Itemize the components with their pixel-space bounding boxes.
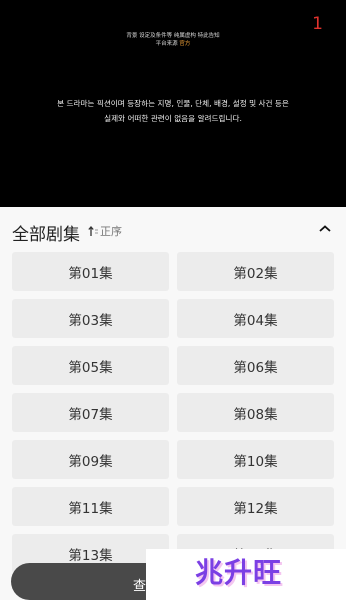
episode-item-07[interactable]: 第07集 bbox=[12, 393, 169, 432]
episode-item-01[interactable]: 第01集 bbox=[12, 252, 169, 291]
disclaimer-line-1: 본 드라마는 픽션이며 등장하는 지명, 인물, 단체, 배경, 설정 및 사건… bbox=[57, 99, 289, 108]
disclaimer-text: 본 드라마는 픽션이며 등장하는 지명, 인물, 단체, 배경, 설정 및 사건… bbox=[0, 96, 346, 126]
sort-label: 正序 bbox=[100, 225, 122, 238]
episode-item-09[interactable]: 第09集 bbox=[12, 440, 169, 479]
sort-icon bbox=[88, 225, 98, 236]
episode-item-06[interactable]: 第06集 bbox=[177, 346, 334, 385]
episode-item-04[interactable]: 第04集 bbox=[177, 299, 334, 338]
episode-panel-title: 全部剧集 bbox=[12, 225, 80, 245]
episode-panel-header: 全部剧集 正序 bbox=[0, 207, 346, 251]
episode-item-08[interactable]: 第08集 bbox=[177, 393, 334, 432]
disclaimer-line-2: 실제와 어떠한 관련이 없음을 알려드립니다. bbox=[104, 114, 242, 123]
episode-counter: 1 bbox=[312, 14, 323, 34]
bottom-action-label: 查 bbox=[133, 579, 147, 594]
sort-toggle[interactable]: 正序 bbox=[88, 223, 122, 239]
episode-item-12[interactable]: 第12集 bbox=[177, 487, 334, 526]
episode-item-10[interactable]: 第10集 bbox=[177, 440, 334, 479]
video-player[interactable]: 1 背景 设定及条件等 纯属虚构 特此告知 平台来源 官方 본 드라마는 픽션이… bbox=[0, 0, 346, 207]
chevron-up-icon[interactable] bbox=[318, 223, 332, 235]
notice-line-2-prefix: 平台来源 bbox=[155, 41, 180, 47]
episode-item-02[interactable]: 第02集 bbox=[177, 252, 334, 291]
episode-item-03[interactable]: 第03集 bbox=[12, 299, 169, 338]
notice-line-2-highlight: 官方 bbox=[179, 41, 191, 47]
episode-panel: 全部剧集 正序 第01集 第02集 第03集 第04集 第05集 第06集 第0… bbox=[0, 207, 346, 600]
notice-line-2: 平台来源 官方 bbox=[0, 40, 346, 48]
episode-item-05[interactable]: 第05集 bbox=[12, 346, 169, 385]
notice-line-1: 背景 设定及条件等 纯属虚构 特此告知 bbox=[126, 33, 220, 39]
top-notice: 背景 设定及条件等 纯属虚构 特此告知 平台来源 官方 bbox=[0, 32, 346, 48]
watermark-logo: 兆升旺 bbox=[195, 556, 283, 589]
episode-item-11[interactable]: 第11集 bbox=[12, 487, 169, 526]
